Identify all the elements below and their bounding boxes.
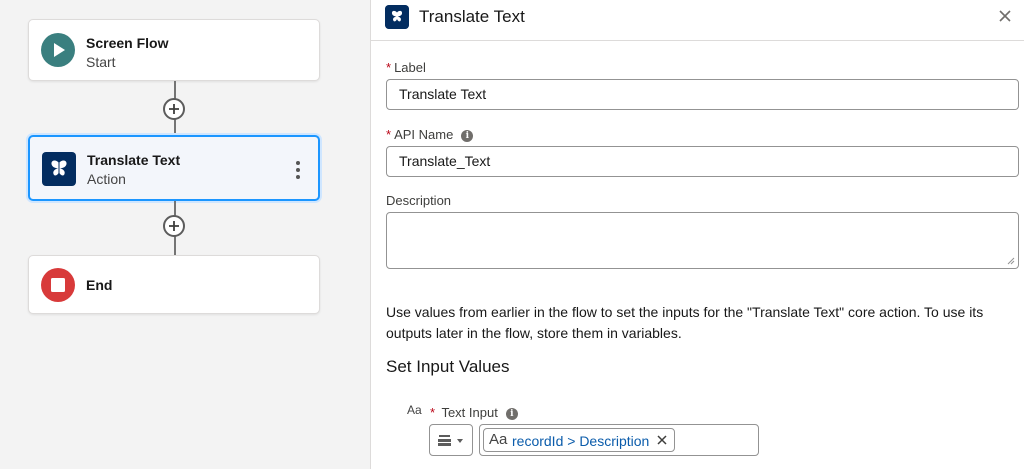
close-icon[interactable] bbox=[997, 8, 1013, 24]
node-subtitle: Start bbox=[86, 54, 116, 70]
required-indicator: * bbox=[430, 405, 436, 420]
label-text: Text Input bbox=[441, 405, 498, 420]
flow-canvas: Screen Flow Start Translate Text Action bbox=[0, 0, 370, 469]
node-title: End bbox=[86, 277, 113, 293]
description-textarea[interactable] bbox=[386, 212, 1019, 269]
text-type-icon: Aa bbox=[407, 403, 422, 417]
label-input[interactable]: Translate Text bbox=[386, 79, 1019, 110]
end-node[interactable]: End bbox=[28, 255, 320, 314]
plus-icon bbox=[169, 104, 179, 114]
kebab-dot bbox=[296, 161, 300, 165]
butterfly-action-icon bbox=[385, 5, 409, 29]
label-field-label: * Label bbox=[386, 60, 426, 75]
resize-grip-icon[interactable] bbox=[1007, 257, 1015, 265]
node-title: Translate Text bbox=[87, 152, 181, 168]
required-indicator: * bbox=[386, 127, 392, 142]
node-subtitle: Action bbox=[87, 171, 126, 187]
panel-title: Translate Text bbox=[419, 7, 525, 26]
info-icon[interactable]: i bbox=[461, 130, 474, 142]
label-text: API Name bbox=[394, 127, 454, 142]
required-indicator: * bbox=[386, 60, 392, 75]
section-title: Set Input Values bbox=[386, 357, 510, 376]
api-name-input[interactable]: Translate_Text bbox=[386, 146, 1019, 177]
stack-dropdown-icon bbox=[438, 435, 463, 446]
help-text: Use values from earlier in the flow to s… bbox=[386, 304, 984, 341]
description-field-label: Description bbox=[386, 193, 452, 208]
kebab-dot bbox=[296, 175, 300, 179]
panel-header: Translate Text bbox=[371, 0, 1024, 41]
text-input-label: * Text Input i bbox=[430, 405, 518, 420]
info-icon[interactable]: i bbox=[505, 408, 518, 420]
resource-pill[interactable]: Aa recordId > Description bbox=[483, 428, 675, 452]
plus-icon bbox=[169, 221, 179, 231]
pill-label: recordId > Description bbox=[512, 433, 650, 449]
text-type-icon: Aa bbox=[489, 431, 508, 448]
node-menu-button[interactable] bbox=[296, 161, 300, 182]
butterfly-action-icon bbox=[42, 152, 76, 186]
text-input-combobox[interactable]: Aa recordId > Description bbox=[479, 424, 759, 456]
start-node[interactable]: Screen Flow Start bbox=[28, 19, 320, 81]
action-node-translate-text[interactable]: Translate Text Action bbox=[28, 135, 320, 201]
close-icon[interactable] bbox=[656, 434, 668, 446]
add-element-button[interactable] bbox=[163, 98, 185, 120]
stop-icon bbox=[41, 268, 75, 302]
play-icon bbox=[41, 33, 75, 67]
properties-panel: Translate Text * Label Translate Text * AP… bbox=[370, 0, 1024, 469]
kebab-dot bbox=[296, 168, 300, 172]
api-name-field-label: * API Name i bbox=[386, 127, 474, 142]
add-element-button[interactable] bbox=[163, 215, 185, 237]
node-title: Screen Flow bbox=[86, 35, 169, 51]
resource-type-picker[interactable] bbox=[429, 424, 473, 456]
label-text: Label bbox=[394, 60, 426, 75]
